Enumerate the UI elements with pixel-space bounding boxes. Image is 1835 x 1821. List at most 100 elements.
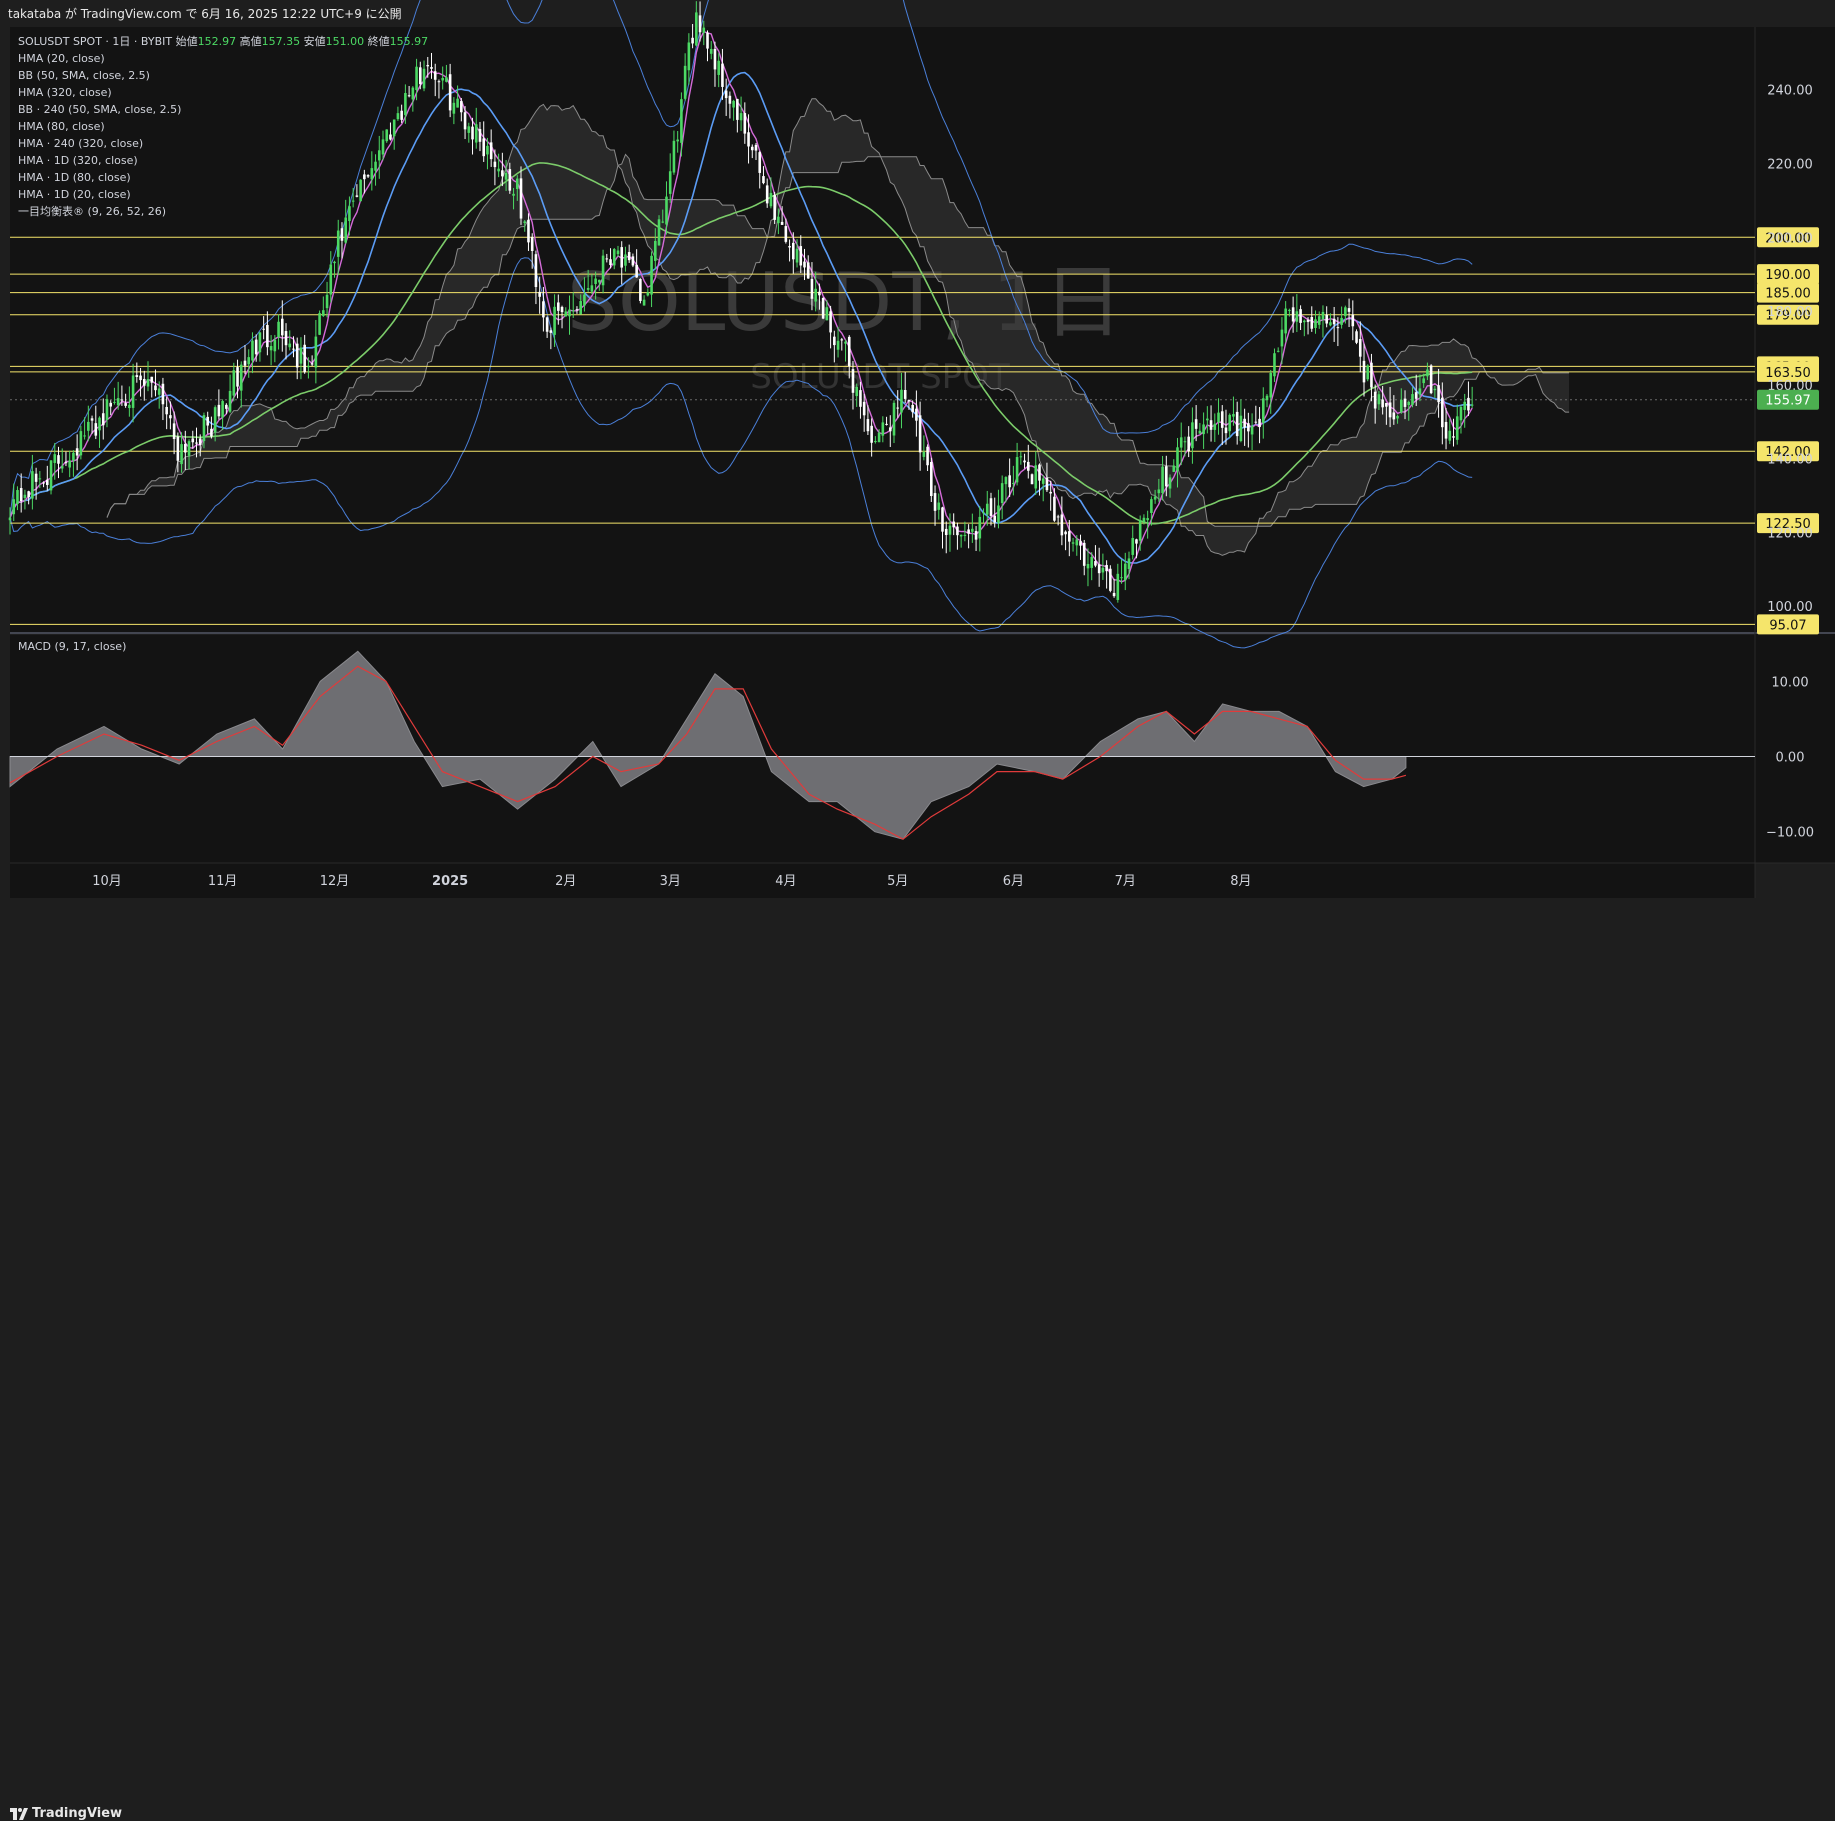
legend-indicator[interactable]: HMA (20, close) (18, 50, 428, 67)
candle-body (1269, 372, 1273, 398)
candle-body (665, 196, 668, 225)
candle-body (284, 331, 288, 346)
candle-body (1086, 564, 1090, 569)
time-tick-label: 11月 (208, 874, 238, 889)
candle (318, 310, 321, 336)
candle-body (1056, 516, 1060, 518)
candle-body (307, 365, 310, 368)
candle-body (157, 388, 161, 395)
candle-body (709, 48, 713, 54)
candle-body (586, 288, 590, 290)
candle-body (833, 336, 836, 346)
candle-body (724, 90, 728, 99)
legend-indicator[interactable]: HMA (320, close) (18, 84, 428, 101)
tradingview-logo[interactable]: TradingView (10, 1806, 122, 1821)
legend-indicator[interactable]: HMA · 1D (80, close) (18, 169, 428, 186)
candle-body (1437, 385, 1440, 403)
candle-body (1120, 577, 1123, 579)
candle-body (113, 401, 116, 403)
candle-body (1179, 437, 1183, 448)
candle-body (1030, 474, 1034, 485)
legend-indicator[interactable]: 一目均衡表® (9, 26, 52, 26) (18, 203, 428, 220)
candle-body (967, 529, 970, 534)
candle-body (989, 498, 993, 516)
candle-body (1273, 353, 1276, 377)
candle-body (46, 479, 49, 485)
candle-body (1008, 475, 1011, 488)
candle-body (329, 264, 333, 295)
candle-body (956, 526, 959, 536)
macd-legend[interactable]: MACD (9, 17, close) (18, 640, 126, 653)
candle-body (706, 32, 709, 49)
candle-body (1347, 308, 1351, 312)
candle-body (1418, 388, 1422, 395)
candle-body (1202, 424, 1205, 435)
candle-body (266, 324, 269, 348)
candle-body (105, 399, 109, 421)
candle-body (1068, 531, 1071, 542)
candle-body (1303, 320, 1306, 323)
legend-symbol-row[interactable]: SOLUSDT SPOT · 1日 · BYBIT 始値152.97 高値157… (18, 33, 428, 50)
candle-body (1109, 568, 1112, 591)
candle-body (1276, 350, 1280, 352)
candle-body (1094, 561, 1097, 566)
legend-indicator[interactable]: HMA · 1D (20, close) (18, 186, 428, 203)
candle-body (277, 321, 280, 338)
candle-body (941, 507, 944, 532)
time-tick-label: 4月 (775, 874, 796, 889)
candle-body (1355, 331, 1358, 343)
candle-body (232, 370, 236, 396)
legend-indicator[interactable]: BB · 240 (50, SMA, close, 2.5) (18, 101, 428, 118)
candle-body (1075, 539, 1079, 546)
candle-body (269, 346, 273, 351)
candle-body (534, 254, 538, 288)
candle-body (594, 278, 597, 284)
candle-body (881, 422, 885, 436)
candle-body (1023, 460, 1026, 463)
watermark-sub: SOLUSDT SPOT (750, 357, 1010, 397)
candle-body (1082, 542, 1086, 566)
legend-indicator[interactable]: BB (50, SMA, close, 2.5) (18, 67, 428, 84)
candle-body (31, 471, 34, 499)
chart-legend: SOLUSDT SPOT · 1日 · BYBIT 始値152.97 高値157… (18, 33, 428, 220)
legend-indicator[interactable]: HMA · 240 (320, close) (18, 135, 428, 152)
candle-body (765, 185, 769, 204)
candle-body (721, 63, 724, 87)
candle-body (646, 292, 650, 296)
candle-body (605, 258, 609, 260)
legend-indicator[interactable]: HMA · 1D (320, close) (18, 152, 428, 169)
candle-body (777, 216, 780, 224)
price-tick-label: 200.00 (1767, 231, 1813, 246)
candle-body (1000, 483, 1004, 504)
candle-body (120, 399, 124, 401)
legend-indicator[interactable]: HMA (80, close) (18, 118, 428, 135)
candle-body (982, 512, 985, 514)
candle-body (1228, 414, 1232, 432)
candle-body (1452, 436, 1455, 438)
candle-body (504, 172, 508, 180)
candle-body (1448, 430, 1452, 441)
candle-body (474, 124, 478, 143)
candle-body (877, 432, 881, 443)
candle-body (1284, 308, 1287, 334)
candle-body (642, 299, 646, 306)
candle-body (1150, 499, 1153, 513)
candle-body (564, 311, 568, 317)
candle-body (314, 336, 318, 368)
candle-body (34, 473, 38, 482)
candle-body (1329, 322, 1332, 326)
candle-body (225, 404, 228, 409)
candle-body (1459, 406, 1463, 421)
candle-body (1247, 423, 1250, 432)
candle-body (911, 404, 914, 413)
candle-body (575, 309, 579, 311)
candle-body (64, 462, 68, 464)
candle-body (874, 441, 877, 443)
candle-body (672, 140, 676, 173)
candle-body (1138, 520, 1142, 541)
candle-body (497, 168, 500, 172)
candle-body (1135, 539, 1138, 544)
candle-body (818, 291, 821, 296)
candle-body (1291, 307, 1295, 322)
candle-body (676, 139, 679, 142)
